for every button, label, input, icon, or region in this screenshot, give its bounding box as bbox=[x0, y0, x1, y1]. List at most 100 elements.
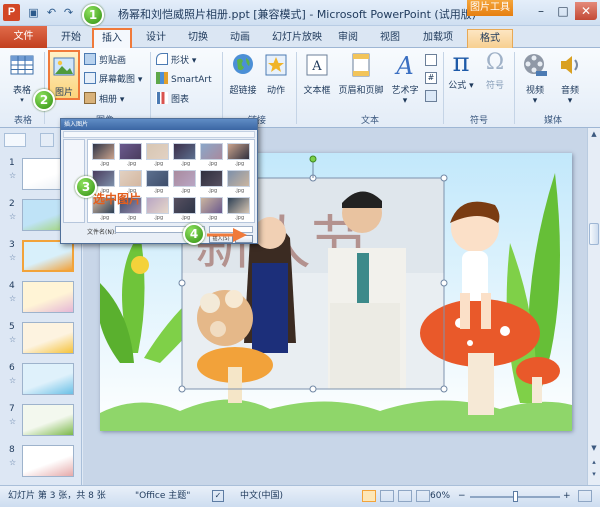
scroll-thumb[interactable] bbox=[589, 223, 599, 245]
screenshot-button[interactable]: 屏幕截图 ▾ bbox=[84, 72, 142, 88]
slide-number-icon[interactable]: # bbox=[425, 72, 437, 84]
file-thumbnail[interactable]: .jpg bbox=[146, 197, 169, 221]
object-icon[interactable] bbox=[425, 90, 437, 102]
action-button[interactable]: 动作 bbox=[262, 52, 290, 96]
prev-slide-icon[interactable]: ▴ bbox=[589, 458, 599, 468]
tab-slideshow[interactable]: 幻灯片放映 bbox=[268, 29, 326, 48]
file-thumbnail[interactable]: .jpg bbox=[146, 170, 169, 194]
header-footer-button[interactable]: 页眉和页脚 bbox=[336, 52, 386, 96]
save-icon[interactable]: ▣ bbox=[27, 6, 40, 19]
file-thumbnail[interactable]: .jpg bbox=[227, 197, 250, 221]
redo-icon[interactable]: ↷ bbox=[62, 6, 75, 19]
close-button[interactable]: ✕ bbox=[575, 2, 597, 20]
tab-design[interactable]: 设计 bbox=[140, 29, 172, 48]
file-thumbnail[interactable]: .jpg bbox=[200, 143, 223, 167]
tab-addins[interactable]: 加载项 bbox=[418, 29, 458, 48]
transition-star-icon: ☆ bbox=[9, 335, 17, 344]
file-thumbnail[interactable]: .jpg bbox=[227, 170, 250, 194]
file-thumbnail[interactable]: .jpg bbox=[119, 143, 142, 167]
tab-animations[interactable]: 动画 bbox=[222, 29, 258, 48]
file-thumbnail[interactable]: .jpg bbox=[146, 143, 169, 167]
scroll-up-icon[interactable]: ▲ bbox=[589, 130, 599, 140]
file-name: .jpg bbox=[126, 215, 137, 221]
tab-file[interactable]: 文件 bbox=[0, 26, 47, 48]
powerpoint-window: P ▣ ↶ ↷ 杨幂和刘恺威照片相册.ppt [兼容模式] - Microsof… bbox=[0, 0, 600, 507]
spellcheck-icon[interactable]: ✓ bbox=[212, 490, 224, 502]
textbox-icon: A bbox=[306, 54, 328, 76]
maximize-button[interactable]: □ bbox=[552, 2, 574, 20]
album-icon bbox=[84, 92, 96, 104]
tab-insert[interactable]: 插入 bbox=[92, 28, 132, 49]
album-button[interactable]: 相册 ▾ bbox=[84, 92, 124, 108]
file-thumbnail[interactable]: .jpg bbox=[200, 197, 223, 221]
powerpoint-logo-icon[interactable]: P bbox=[3, 4, 20, 21]
transition-star-icon: ☆ bbox=[9, 294, 17, 303]
file-thumbnail[interactable]: .jpg bbox=[92, 143, 115, 167]
header-footer-label: 页眉和页脚 bbox=[338, 86, 384, 96]
date-time-icon[interactable] bbox=[425, 54, 437, 66]
fit-to-window-icon[interactable] bbox=[578, 490, 592, 502]
minimize-button[interactable]: – bbox=[530, 2, 552, 20]
file-thumbnail[interactable]: .jpg bbox=[200, 170, 223, 194]
clipart-button[interactable]: 剪贴画 bbox=[84, 53, 126, 69]
file-thumbnail[interactable]: .jpg bbox=[173, 170, 196, 194]
slide-thumbnail[interactable] bbox=[22, 363, 74, 395]
speaker-icon bbox=[561, 56, 578, 74]
hyperlink-button[interactable]: 超链接 bbox=[226, 52, 260, 96]
vertical-scrollbar[interactable]: ▲ ▼ ▴ ▾ bbox=[587, 128, 600, 485]
slide-number: 3 bbox=[9, 240, 15, 250]
tab-home[interactable]: 开始 bbox=[55, 29, 87, 48]
dialog-address-bar[interactable] bbox=[63, 131, 255, 138]
file-name: .jpg bbox=[126, 161, 137, 167]
wordart-button[interactable]: A 艺术字 ▾ bbox=[388, 52, 422, 106]
file-name: .jpg bbox=[234, 215, 245, 221]
slide-thumbnail[interactable] bbox=[22, 281, 74, 313]
tab-view[interactable]: 视图 bbox=[374, 29, 406, 48]
textbox-button[interactable]: A 文本框 bbox=[300, 52, 334, 96]
audio-button[interactable]: 音频 ▾ bbox=[554, 52, 586, 106]
zoom-out-icon[interactable]: − bbox=[458, 486, 466, 506]
slide-thumbnail[interactable] bbox=[22, 404, 74, 436]
next-slide-icon[interactable]: ▾ bbox=[589, 470, 599, 480]
dialog-file-grid[interactable]: .jpg .jpg .jpg .jpg .jpg .jpg .jpg .jpg .jpg .jpg… bbox=[87, 139, 255, 223]
normal-view-icon[interactable] bbox=[362, 490, 376, 502]
symbol-button[interactable]: Ω 符号 bbox=[480, 50, 510, 91]
chart-button[interactable]: 图表 bbox=[156, 92, 189, 108]
smartart-button[interactable]: SmartArt bbox=[156, 72, 212, 88]
slideshow-view-icon[interactable] bbox=[416, 490, 430, 502]
file-thumbnail[interactable]: .jpg bbox=[173, 197, 196, 221]
slide-thumbnail[interactable] bbox=[22, 240, 74, 272]
file-name: .jpg bbox=[180, 215, 191, 221]
shapes-button[interactable]: 形状 ▾ bbox=[156, 53, 196, 69]
transition-star-icon: ☆ bbox=[9, 171, 17, 180]
file-name: .jpg bbox=[180, 188, 191, 194]
file-name: .jpg bbox=[180, 161, 191, 167]
scroll-down-icon[interactable]: ▼ bbox=[589, 444, 599, 454]
file-thumbnail[interactable]: .jpg bbox=[173, 143, 196, 167]
video-button[interactable]: 视频 ▾ bbox=[518, 52, 552, 106]
tab-transitions[interactable]: 切换 bbox=[182, 29, 214, 48]
reading-view-icon[interactable] bbox=[398, 490, 412, 502]
file-thumbnail[interactable]: .jpg bbox=[227, 143, 250, 167]
zoom-in-icon[interactable]: + bbox=[563, 486, 571, 506]
tab-format[interactable]: 格式 bbox=[467, 29, 513, 48]
zoom-slider-thumb[interactable] bbox=[512, 491, 518, 502]
file-thumbnail[interactable]: .jpg bbox=[119, 170, 142, 194]
slide-thumbnail[interactable] bbox=[22, 445, 74, 477]
formula-button[interactable]: π 公式 ▾ bbox=[446, 50, 476, 91]
slide-thumbnail[interactable] bbox=[22, 322, 74, 354]
formula-label: 公式 ▾ bbox=[448, 81, 474, 91]
language[interactable]: 中文(中国) bbox=[240, 486, 283, 506]
zoom-level[interactable]: 60% bbox=[430, 486, 450, 506]
undo-icon[interactable]: ↶ bbox=[45, 6, 58, 19]
group-label-media: 媒体 bbox=[543, 116, 562, 126]
slide-sorter-icon[interactable] bbox=[380, 490, 394, 502]
group-label-text: 文本 bbox=[360, 116, 379, 126]
symbol-label: 符号 bbox=[485, 81, 504, 91]
filename-label: 文件名(N): bbox=[87, 229, 117, 236]
ribbon-separator bbox=[296, 52, 297, 124]
file-name: .jpg bbox=[207, 188, 218, 194]
transition-star-icon: ☆ bbox=[9, 417, 17, 426]
tab-review[interactable]: 审阅 bbox=[332, 29, 364, 48]
select-picture-callout: 选中图片 bbox=[93, 192, 142, 206]
